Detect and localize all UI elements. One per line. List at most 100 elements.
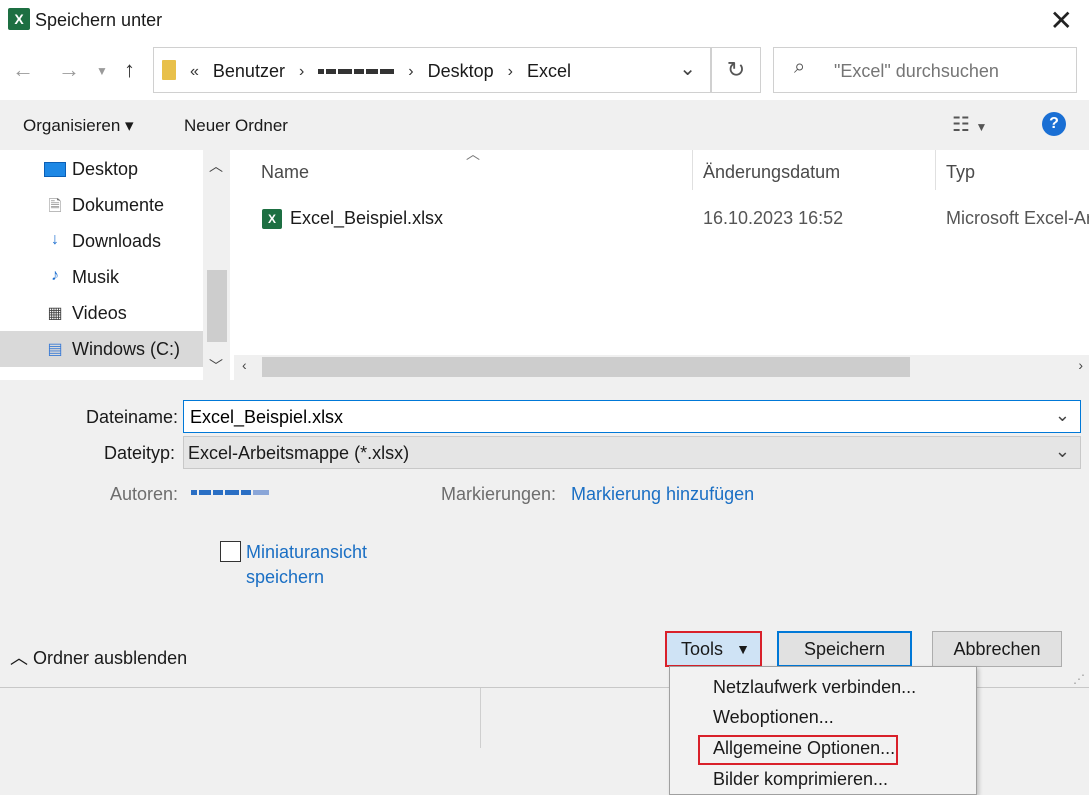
breadcrumb-item-excel[interactable]: Excel xyxy=(527,61,571,82)
redacted-author[interactable] xyxy=(191,490,269,495)
hide-folders-button[interactable]: ︿ Ordner ausblenden xyxy=(10,644,187,670)
chevron-right-icon[interactable]: › xyxy=(508,63,513,81)
breadcrumb-overflow[interactable]: « xyxy=(190,63,199,81)
recent-chevron-icon[interactable]: ▼ xyxy=(96,64,108,78)
scroll-up-icon[interactable]: ︿ xyxy=(209,156,223,176)
sidebar-item-label: Windows (C:) xyxy=(72,338,181,359)
desktop-icon xyxy=(44,161,66,177)
cancel-button[interactable]: Abbrechen xyxy=(932,631,1062,667)
forward-arrow-icon[interactable]: → xyxy=(58,57,80,83)
music-icon: ♪ xyxy=(51,267,59,284)
save-as-dialog: X Speichern unter ✕ ← → ▼ ↑ « Benutzer ›… xyxy=(0,0,1089,688)
up-arrow-icon[interactable]: ↑ xyxy=(124,57,135,83)
title-bar: X Speichern unter ✕ xyxy=(0,0,1089,42)
breadcrumb-item-desktop[interactable]: Desktop xyxy=(428,61,494,82)
address-bar[interactable]: « Benutzer › › Desktop › Excel ⌄ xyxy=(153,47,711,93)
back-arrow-icon[interactable]: ← xyxy=(12,57,34,83)
navigation-pane: Desktop 🗎 Dokumente ↓ Downloads ♪ Musik … xyxy=(0,150,230,380)
sidebar-item-label: Videos xyxy=(72,302,127,323)
chevron-down-icon[interactable]: ⌄ xyxy=(1055,441,1070,462)
chevron-down-icon[interactable]: ⌄ xyxy=(1055,405,1070,426)
downloads-icon: ↓ xyxy=(51,231,59,248)
breadcrumb-item-benutzer[interactable]: Benutzer xyxy=(213,61,285,82)
sidebar-item-label: Musik xyxy=(72,266,120,287)
hide-folders-label: Ordner ausblenden xyxy=(33,648,188,668)
videos-icon: ▦ xyxy=(47,305,63,322)
sidebar-item-desktop[interactable]: Desktop xyxy=(0,151,203,187)
sidebar-item-label: Dokumente xyxy=(72,194,165,215)
search-box[interactable]: ⌕ xyxy=(773,47,1077,93)
save-thumbnail-label[interactable]: Miniaturansicht xyxy=(246,542,367,563)
file-date: 16.10.2023 16:52 xyxy=(703,208,844,228)
filetype-label: Dateityp: xyxy=(104,443,176,463)
authors-label: Autoren: xyxy=(110,484,179,504)
breadcrumb: « Benutzer › › Desktop › Excel xyxy=(190,61,571,82)
chevron-up-icon: ︿ xyxy=(10,648,28,668)
filetype-select[interactable]: Excel-Arbeitsmappe (*.xlsx) ⌄ xyxy=(183,436,1081,469)
scrollbar-thumb[interactable] xyxy=(262,357,910,377)
help-icon[interactable]: ? xyxy=(1042,112,1066,136)
menu-item-map-network-drive[interactable]: Netzlaufwerk verbinden... xyxy=(713,677,916,698)
scroll-down-icon[interactable]: ﹀ xyxy=(209,356,223,376)
sidebar-item-music[interactable]: ♪ Musik xyxy=(0,259,203,295)
column-header-date[interactable]: Änderungsdatum xyxy=(703,162,840,183)
search-icon: ⌕ xyxy=(794,56,806,78)
menu-item-web-options[interactable]: Weboptionen... xyxy=(713,707,834,728)
file-name: Excel_Beispiel.xlsx xyxy=(290,208,444,228)
file-type: Microsoft Excel-Ar xyxy=(946,208,1089,228)
view-options-icon[interactable]: ☷ ▼ xyxy=(952,112,987,137)
folder-icon xyxy=(162,60,176,80)
file-list-horizontal-scrollbar[interactable]: ‹ › xyxy=(234,355,1089,380)
chevron-down-icon[interactable]: ⌄ xyxy=(679,56,696,81)
scroll-left-icon[interactable]: ‹ xyxy=(242,357,247,373)
excel-icon: X xyxy=(8,8,30,30)
tools-menu: Netzlaufwerk verbinden... Weboptionen...… xyxy=(669,666,977,795)
chevron-right-icon[interactable]: › xyxy=(408,63,413,81)
sort-ascending-icon: ︿ xyxy=(466,146,480,162)
resize-grip-icon[interactable]: ⋰ xyxy=(1073,672,1085,686)
column-divider[interactable] xyxy=(935,150,936,190)
save-thumbnail-label-line2[interactable]: speichern xyxy=(246,567,324,588)
sidebar-item-label: Downloads xyxy=(72,230,162,251)
save-thumbnail-checkbox[interactable] xyxy=(220,541,241,562)
tags-label: Markierungen: xyxy=(441,484,557,504)
sidebar-item-videos[interactable]: ▦ Videos xyxy=(0,295,203,331)
add-tag-link[interactable]: Markierung hinzufügen xyxy=(571,484,754,505)
column-divider[interactable] xyxy=(692,150,693,190)
caret-down-icon: ▼ xyxy=(736,641,750,657)
organize-button[interactable]: Organisieren ▾ xyxy=(23,116,134,136)
file-list: ︿ Name Änderungsdatum Typ X Excel_Beispie… xyxy=(230,146,1089,380)
window-title: Speichern unter xyxy=(35,10,163,30)
nav-pane-scrollbar[interactable]: ︿ ﹀ xyxy=(203,150,230,380)
column-header-type[interactable]: Typ xyxy=(946,162,975,183)
sidebar-item-downloads[interactable]: ↓ Downloads xyxy=(0,223,203,259)
drive-icon: ▤ xyxy=(47,341,63,358)
search-input[interactable] xyxy=(834,58,1064,84)
scrollbar-thumb[interactable] xyxy=(207,270,227,342)
chevron-right-icon[interactable]: › xyxy=(299,63,304,81)
column-header-name[interactable]: Name xyxy=(261,162,309,183)
navigation-bar: ← → ▼ ↑ « Benutzer › › Desktop › Excel ⌄… xyxy=(0,42,1089,100)
filename-input[interactable] xyxy=(190,405,1040,429)
command-toolbar: Organisieren ▾ Neuer Ordner ☷ ▼ ? xyxy=(0,100,1089,150)
documents-icon: 🗎 xyxy=(48,198,62,215)
menu-item-compress-pictures[interactable]: Bilder komprimieren... xyxy=(713,769,888,790)
save-button[interactable]: Speichern xyxy=(777,631,912,667)
redacted-user-name[interactable] xyxy=(318,69,395,74)
sidebar-item-documents[interactable]: 🗎 Dokumente xyxy=(0,187,203,223)
menu-item-general-options[interactable]: Allgemeine Optionen... xyxy=(713,738,895,759)
sidebar-item-windows-c[interactable]: ▤ Windows (C:) xyxy=(0,331,203,367)
filetype-value: Excel-Arbeitsmappe (*.xlsx) xyxy=(188,443,410,463)
filename-field[interactable]: ⌄ xyxy=(183,400,1081,433)
file-name-cell[interactable]: X Excel_Beispiel.xlsx xyxy=(262,208,444,230)
tools-label: Tools xyxy=(681,639,724,659)
sidebar-item-label: Desktop xyxy=(72,158,139,179)
background-divider xyxy=(480,688,481,748)
tools-button[interactable]: Tools ▼ xyxy=(665,631,762,667)
close-icon[interactable]: ✕ xyxy=(1050,4,1073,37)
filename-label: Dateiname: xyxy=(86,407,179,427)
refresh-icon[interactable]: ↻ xyxy=(711,47,761,93)
excel-file-icon: X xyxy=(262,209,282,230)
scroll-right-icon[interactable]: › xyxy=(1078,357,1083,373)
new-folder-button[interactable]: Neuer Ordner xyxy=(184,116,288,136)
